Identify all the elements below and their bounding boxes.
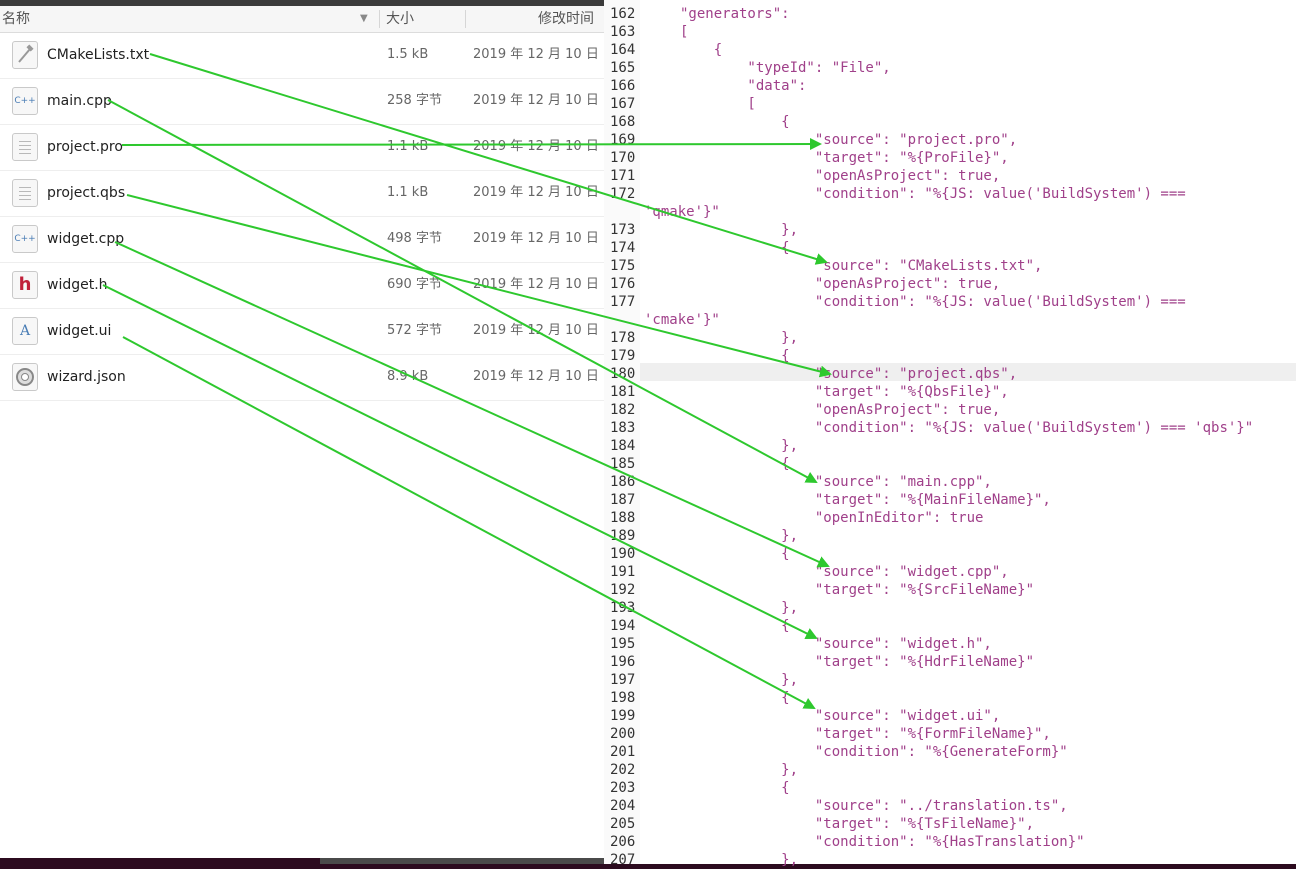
annotation-arrow [126,194,832,378]
annotation-arrow [102,284,818,639]
annotation-arrow [122,336,816,709]
annotation-arrow [149,53,828,265]
annotation-arrow [121,138,822,151]
annotation-arrow [114,241,830,568]
annotation-arrow [107,99,818,483]
annotation-arrows [102,53,832,709]
